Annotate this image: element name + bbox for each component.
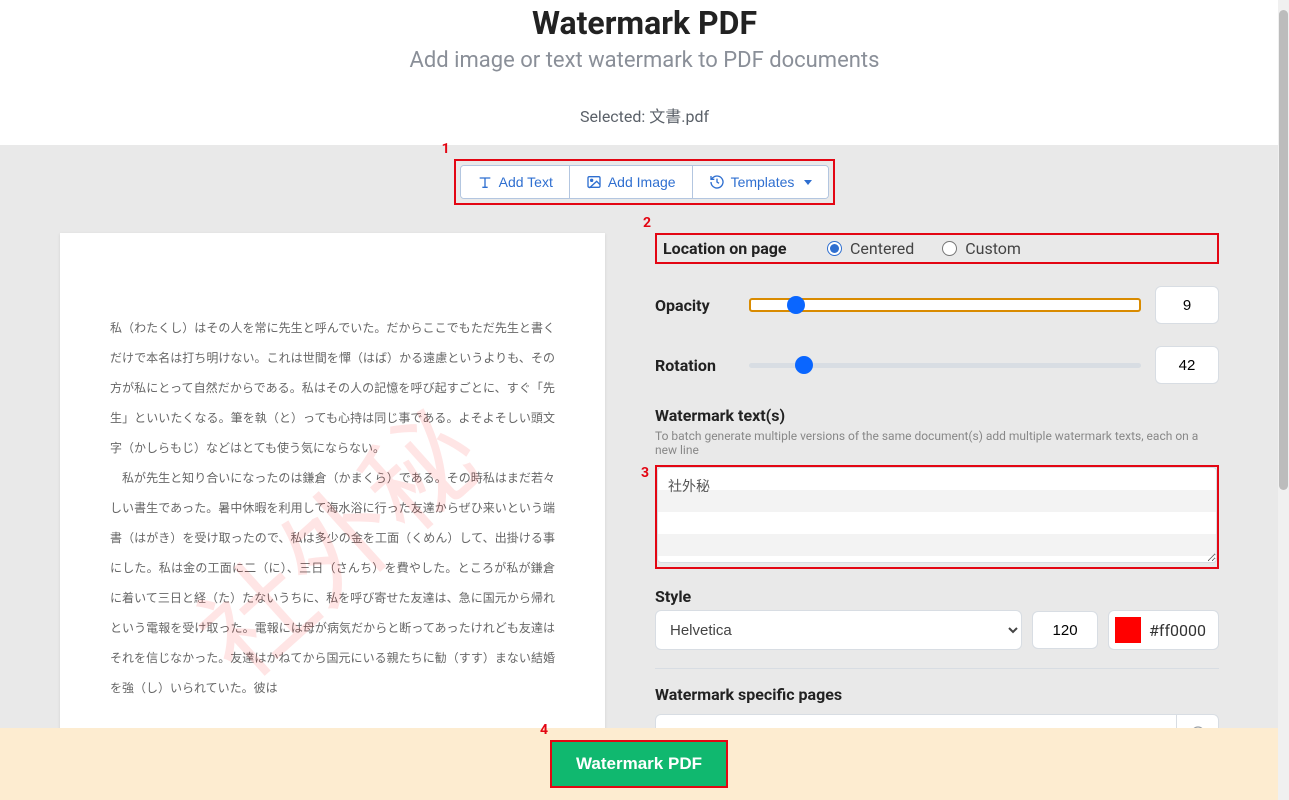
annotation-box-3: 3 社外秘	[655, 465, 1219, 569]
color-swatch	[1115, 617, 1141, 643]
toolbar: Add Text Add Image Templates	[460, 165, 830, 199]
color-value: #ff0000	[1149, 621, 1206, 640]
preview-document-text: 私（わたくし）はその人を常に先生と呼んでいた。だからここでもただ先生と書くだけで…	[110, 313, 555, 703]
rotation-input[interactable]	[1155, 346, 1219, 384]
font-size-input[interactable]	[1032, 611, 1098, 649]
add-image-button[interactable]: Add Image	[570, 166, 693, 198]
opacity-row: Opacity	[655, 286, 1219, 324]
annotation-box-2: 2 Location on page Centered Custom	[655, 233, 1219, 264]
radio-centered[interactable]: Centered	[827, 239, 914, 258]
opacity-slider[interactable]	[749, 295, 1141, 315]
divider	[655, 668, 1219, 669]
color-picker[interactable]: #ff0000	[1108, 610, 1219, 650]
location-radio-group: Centered Custom	[827, 239, 1021, 258]
page-subtitle: Add image or text watermark to PDF docum…	[0, 48, 1289, 73]
watermark-pdf-button[interactable]: Watermark PDF	[552, 742, 726, 786]
scrollbar-thumb[interactable]	[1279, 10, 1288, 490]
opacity-input[interactable]	[1155, 286, 1219, 324]
add-text-button[interactable]: Add Text	[461, 166, 570, 198]
watermark-text-label: Watermark text(s)	[655, 406, 1219, 425]
annotation-box-4: 4 Watermark PDF	[550, 740, 728, 788]
annotation-number-4: 4	[540, 722, 548, 738]
pdf-preview[interactable]: 私（わたくし）はその人を常に先生と呼んでいた。だからここでもただ先生と書くだけで…	[60, 233, 605, 759]
scrollbar[interactable]	[1278, 0, 1289, 800]
annotation-number-1: 1	[442, 141, 450, 157]
rotation-row: Rotation	[655, 346, 1219, 384]
chevron-down-icon	[804, 180, 812, 185]
header: Watermark PDF Add image or text watermar…	[0, 0, 1289, 145]
font-select[interactable]: Helvetica	[655, 610, 1022, 650]
annotation-number-2: 2	[643, 215, 651, 231]
location-label: Location on page	[663, 239, 813, 258]
style-row: Helvetica #ff0000	[655, 610, 1219, 650]
rotation-label: Rotation	[655, 356, 735, 375]
annotation-number-3: 3	[641, 465, 649, 481]
settings-panel: 2 Location on page Centered Custom Opaci…	[645, 233, 1229, 786]
watermark-text-help: To batch generate multiple versions of t…	[655, 429, 1219, 457]
watermark-text-input[interactable]: 社外秘	[657, 467, 1217, 563]
selected-file-label: Selected: 文書.pdf	[0, 103, 1289, 127]
footer: 4 Watermark PDF	[0, 728, 1278, 800]
toolbar-area: 1 Add Text Add Image Templates	[0, 145, 1289, 219]
page-title: Watermark PDF	[0, 4, 1289, 42]
opacity-label: Opacity	[655, 296, 735, 315]
image-icon	[586, 174, 602, 190]
style-label: Style	[655, 587, 1219, 606]
radio-custom-input[interactable]	[942, 241, 957, 256]
history-icon	[709, 174, 725, 190]
text-icon	[477, 174, 493, 190]
pages-label: Watermark specific pages	[655, 685, 1219, 704]
main: 私（わたくし）はその人を常に先生と呼んでいた。だからここでもただ先生と書くだけで…	[0, 219, 1289, 759]
annotation-box-1: 1 Add Text Add Image Templates	[454, 159, 836, 205]
templates-button[interactable]: Templates	[693, 166, 829, 198]
rotation-slider[interactable]	[749, 355, 1141, 375]
radio-centered-input[interactable]	[827, 241, 842, 256]
radio-custom[interactable]: Custom	[942, 239, 1021, 258]
